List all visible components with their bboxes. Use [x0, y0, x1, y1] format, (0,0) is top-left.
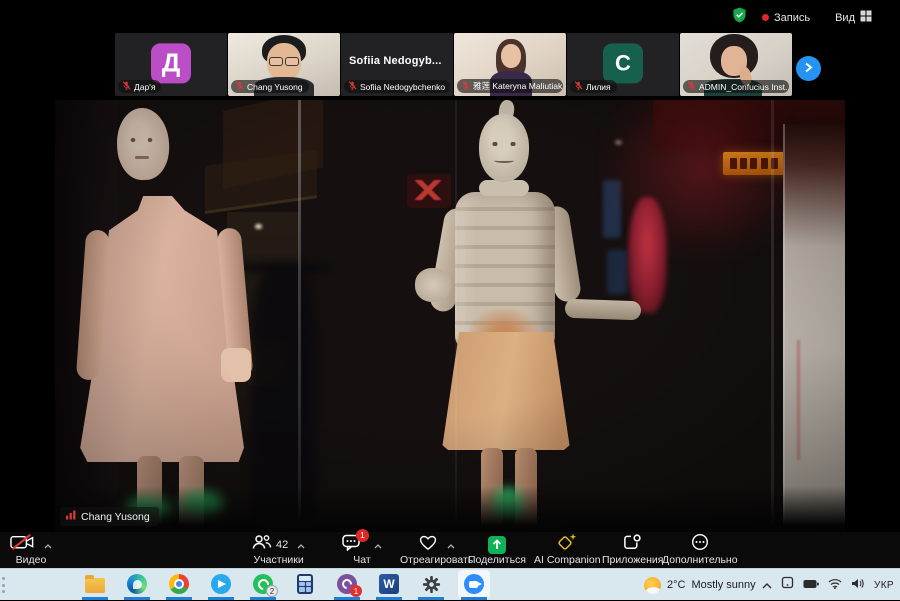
weather-widget[interactable]: 2°C Mostly sunny [644, 569, 756, 601]
participants-icon [252, 534, 272, 555]
whatsapp-badge: 2 [266, 585, 278, 597]
participant-tile[interactable]: Д Дар'я [115, 33, 227, 96]
video-off-icon [10, 534, 35, 555]
video-button[interactable]: Видео [10, 535, 52, 566]
file-explorer-icon[interactable] [84, 573, 106, 595]
chat-button[interactable]: 1 Чат [342, 535, 382, 566]
view-button[interactable]: Вид [835, 9, 872, 27]
telegram-icon[interactable] [210, 573, 232, 595]
more-button[interactable]: Дополнительно [662, 535, 738, 566]
apps-button[interactable]: Приложения [602, 535, 663, 566]
muted-mic-icon [348, 81, 357, 92]
speaker-icon[interactable] [851, 576, 865, 594]
video-options-chevron[interactable] [44, 536, 52, 554]
participants-button[interactable]: 42 Участники [252, 535, 305, 566]
share-button[interactable]: Поделиться [468, 535, 526, 566]
share-icon [488, 536, 506, 554]
participant-name-tag: Лилия [570, 80, 617, 93]
calculator-icon[interactable] [294, 573, 316, 595]
taskbar-overflow-handle[interactable] [2, 577, 7, 593]
react-button[interactable]: Отреагировать [400, 535, 473, 566]
security-shield-icon[interactable] [732, 7, 747, 28]
apps-icon [623, 534, 642, 556]
participants-options-chevron[interactable] [297, 536, 305, 554]
next-participants-page-button[interactable] [796, 56, 821, 81]
participant-name-tag: 雅莲 Kateryna Maliutiak [457, 79, 563, 93]
muted-mic-icon [574, 81, 583, 92]
system-tray: УКР [762, 569, 894, 601]
muted-mic-icon [235, 81, 244, 92]
avatar: С [603, 43, 643, 83]
react-options-chevron[interactable] [447, 536, 455, 554]
recording-label: Запись [774, 12, 810, 24]
muted-mic-icon [122, 81, 131, 92]
participant-name-tag: Дар'я [118, 80, 161, 93]
tray-chevron-up-icon[interactable] [762, 576, 772, 594]
windows-taskbar: 2 1 W 2°C Mostly sunny [0, 568, 900, 600]
next-page-icon [804, 60, 813, 78]
view-label: Вид [835, 12, 855, 24]
weather-description: Mostly sunny [691, 579, 755, 591]
weather-sun-icon [644, 577, 661, 594]
viber-badge: 1 [350, 585, 362, 597]
participant-name-tag: Chang Yusong [231, 80, 309, 93]
muted-mic-icon [687, 81, 696, 92]
react-icon [418, 534, 438, 556]
more-icon [691, 533, 709, 556]
participant-tile[interactable]: Chang Yusong [228, 33, 340, 96]
avatar: Д [151, 43, 191, 83]
muted-mic-icon [461, 81, 470, 92]
tray-device-icon[interactable] [781, 576, 794, 594]
participant-tile[interactable]: Sofiia Nedogyb... Sofiia Nedogybchenko [341, 33, 453, 96]
view-grid-icon [860, 9, 872, 27]
settings-gear-icon[interactable] [420, 573, 442, 595]
main-speaker-video[interactable]: Chang Yusong [55, 100, 845, 532]
scene-vignette [55, 100, 845, 532]
meeting-toolbar: Видео 42 Участники 1 [0, 532, 900, 568]
chat-options-chevron[interactable] [374, 536, 382, 554]
meeting-topbar: Запись Вид [0, 0, 900, 30]
keyboard-language[interactable]: УКР [874, 580, 894, 591]
participants-count: 42 [276, 539, 288, 551]
participants-filmstrip: Д Дар'я Chang Yusong Sofiia Nedogyb... S… [115, 33, 792, 96]
wifi-icon[interactable] [828, 576, 842, 594]
signal-bars-icon [66, 510, 76, 523]
chrome-browser-icon[interactable] [168, 573, 190, 595]
record-dot [762, 14, 769, 21]
edge-browser-icon[interactable] [126, 573, 148, 595]
whatsapp-icon[interactable]: 2 [252, 573, 274, 595]
chat-unread-badge: 1 [356, 529, 369, 542]
viber-icon[interactable]: 1 [336, 573, 358, 595]
participant-tile[interactable]: ADMIN_Confucius Inst... [680, 33, 792, 96]
participant-center-name: Sofiia Nedogyb... [349, 55, 442, 67]
zoom-app-icon[interactable] [463, 573, 485, 595]
participant-tile[interactable]: 雅莲 Kateryna Maliutiak [454, 33, 566, 96]
word-icon[interactable]: W [378, 573, 400, 595]
battery-icon[interactable] [803, 576, 819, 594]
participant-name-tag: Sofiia Nedogybchenko [344, 80, 450, 93]
recording-indicator: Запись [762, 12, 810, 24]
ai-companion-icon [557, 533, 577, 556]
speaker-name-tag: Chang Yusong [60, 507, 159, 526]
ai-companion-button[interactable]: AI Companion [534, 535, 601, 566]
participant-name-tag: ADMIN_Confucius Inst... [683, 80, 789, 93]
weather-temperature: 2°C [667, 579, 685, 591]
participant-tile[interactable]: С Лилия [567, 33, 679, 96]
